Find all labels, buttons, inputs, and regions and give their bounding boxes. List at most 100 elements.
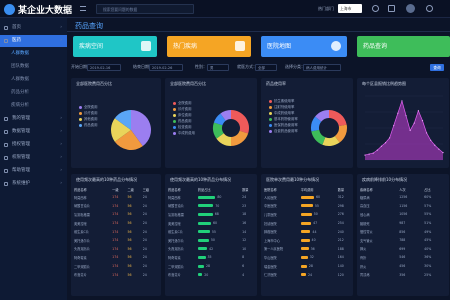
table-cell: 硝酸甘油片 (74, 204, 90, 209)
table-cell: 二甲双胍片 (74, 264, 90, 269)
sidebar-item[interactable]: 权限管理 › (0, 152, 67, 164)
table-row[interactable]: 阿奇霉素 174 56 24 (74, 253, 158, 262)
sidebar-item[interactable]: 人群数据 (0, 74, 67, 86)
table-row[interactable]: 瑞金医院 28 140 (264, 262, 350, 271)
pie-slice[interactable] (231, 130, 249, 146)
table-row[interactable]: 维生素C片 55 14 (168, 227, 254, 236)
sidebar-item[interactable]: 疾病分析 (0, 100, 67, 112)
table-row[interactable]: 氢氯吡格雷 174 56 24 (74, 210, 158, 219)
table-row[interactable]: 妇幼医院 47 254 (264, 219, 350, 228)
sidebar-item[interactable]: 医药 › (0, 35, 67, 47)
data-point[interactable] (434, 144, 436, 146)
sidebar-item[interactable]: 系统维护 › (0, 178, 67, 190)
search-input[interactable]: 搜索您要问题的数据 (96, 4, 194, 14)
table-row[interactable]: 美托洛尔片 174 56 24 (74, 236, 158, 245)
data-point[interactable] (372, 152, 374, 154)
menu-icon[interactable] (80, 6, 86, 11)
settings-icon[interactable] (372, 5, 379, 12)
data-point[interactable] (425, 132, 428, 134)
table-row[interactable]: 上海市中心 40 212 (264, 236, 350, 245)
data-point[interactable] (421, 120, 424, 122)
pie-slice[interactable] (329, 110, 347, 127)
category-select[interactable]: 病人费用统计 (303, 64, 341, 71)
sidebar-item[interactable]: 授权管理 › (0, 139, 67, 151)
table-row[interactable]: 骨折 546 36% (360, 253, 446, 262)
data-point[interactable] (401, 100, 403, 102)
type-select[interactable]: 男 (207, 64, 229, 71)
table-row[interactable]: 人民医院 60 312 (264, 193, 350, 202)
data-point[interactable] (409, 129, 411, 132)
sidebar-item[interactable]: 我的管理 › (0, 113, 67, 125)
data-point[interactable] (417, 110, 419, 112)
table-row[interactable]: 美托洛尔片 50 12 (168, 236, 254, 245)
sidebar-item[interactable]: 药品分析 (0, 87, 67, 99)
data-point[interactable] (405, 115, 407, 117)
sidebar-item[interactable]: 首页 › (0, 22, 67, 34)
table-cell: 仁济医院 (264, 273, 277, 278)
region-select[interactable]: 全部 (255, 64, 277, 71)
data-point[interactable] (384, 142, 387, 144)
data-point[interactable] (438, 148, 440, 150)
table-row[interactable]: 阿莫西林 174 56 24 (74, 193, 158, 202)
sidebar-item[interactable]: 数据管理 › (0, 126, 67, 138)
table-row[interactable]: 慢性胃炎 856 49% (360, 227, 446, 236)
table-row[interactable]: 儿童医院 50 276 (264, 210, 350, 219)
pie-slice[interactable] (311, 129, 326, 145)
table-row[interactable]: 肿瘤医院 44 240 (264, 227, 350, 236)
table-row[interactable]: 布洛芬片 174 56 24 (74, 270, 158, 279)
card-disease-space[interactable]: 疾病空间 (73, 36, 157, 57)
sidebar-item[interactable]: 人群数据 (0, 48, 67, 60)
table-row[interactable]: 阿莫西林 80 24 (168, 193, 254, 202)
table-row[interactable]: 脑梗死 987 51% (360, 219, 446, 228)
table-row[interactable]: 阿奇霉素 35 8 (168, 253, 254, 262)
cell-value: 80 (217, 195, 222, 200)
table-row[interactable]: 肝炎 456 30% (360, 262, 446, 271)
end-date-input[interactable]: 2019-02-26 (149, 64, 183, 71)
card-drug-query[interactable]: 药品查询 (357, 36, 450, 57)
data-point[interactable] (430, 139, 432, 141)
table-row[interactable]: 头孢克肟片 42 10 (168, 245, 254, 254)
sidebar-item[interactable]: 团队数据 (0, 61, 67, 73)
query-button[interactable]: 查询 (430, 64, 444, 71)
table-row[interactable]: 胃溃疡 356 25% (360, 270, 446, 279)
data-point[interactable] (389, 137, 391, 139)
data-point[interactable] (397, 112, 399, 114)
table-row[interactable]: 奥美拉唑 174 56 24 (74, 219, 158, 228)
data-point[interactable] (376, 149, 378, 151)
card-hospital-map[interactable]: 医院地图 (261, 36, 347, 57)
data-point[interactable] (364, 154, 366, 156)
panel-title: 疾病前降排前10分布情况 (362, 177, 408, 182)
table-row[interactable]: 维生素C片 174 56 24 (74, 227, 158, 236)
pie-slice[interactable] (231, 110, 249, 134)
table-row[interactable]: 肺炎 699 40% (360, 245, 446, 254)
table-row[interactable]: 硝酸甘油片 70 23 (168, 202, 254, 211)
table-row[interactable]: 布洛芬片 20 4 (168, 270, 254, 279)
table-row[interactable]: 中医医院 55 298 (264, 202, 350, 211)
table-row[interactable]: 二甲双胍片 28 6 (168, 262, 254, 271)
table-row[interactable]: 华山医院 32 164 (264, 253, 350, 262)
data-point[interactable] (442, 152, 444, 154)
table-row[interactable]: 氢氯吡格雷 68 18 (168, 210, 254, 219)
table-cell: 骨折 (360, 255, 367, 260)
start-date-input[interactable]: 2019-02-16 (87, 64, 121, 71)
data-point[interactable] (368, 153, 370, 155)
table-row[interactable]: 冠心病 1056 55% (360, 210, 446, 219)
table-row[interactable]: 头孢克肟片 174 56 24 (74, 245, 158, 254)
table-row[interactable]: 第一人民医院 36 188 (264, 245, 350, 254)
table-row[interactable]: 仁济医院 24 120 (264, 270, 350, 279)
table-row[interactable]: 高血压 1156 57% (360, 202, 446, 211)
table-row[interactable]: 二甲双胍片 174 56 24 (74, 262, 158, 271)
data-point[interactable] (413, 122, 415, 124)
card-hot-disease[interactable]: 热门疾病 (167, 36, 251, 57)
table-row[interactable]: 奥美拉唑 60 16 (168, 219, 254, 228)
sidebar-item[interactable]: 帮助管理 › (0, 165, 67, 177)
data-point[interactable] (393, 124, 395, 127)
avatar[interactable] (406, 4, 415, 13)
table-row[interactable]: 硝酸甘油片 174 56 24 (74, 202, 158, 211)
dept-select[interactable]: 上海市 (338, 4, 362, 13)
table-row[interactable]: 支气管炎 788 45% (360, 236, 446, 245)
logout-icon[interactable] (426, 5, 433, 12)
notification-icon[interactable] (388, 5, 395, 12)
table-row[interactable]: 糖尿病 1256 60% (360, 193, 446, 202)
data-point[interactable] (380, 145, 383, 147)
